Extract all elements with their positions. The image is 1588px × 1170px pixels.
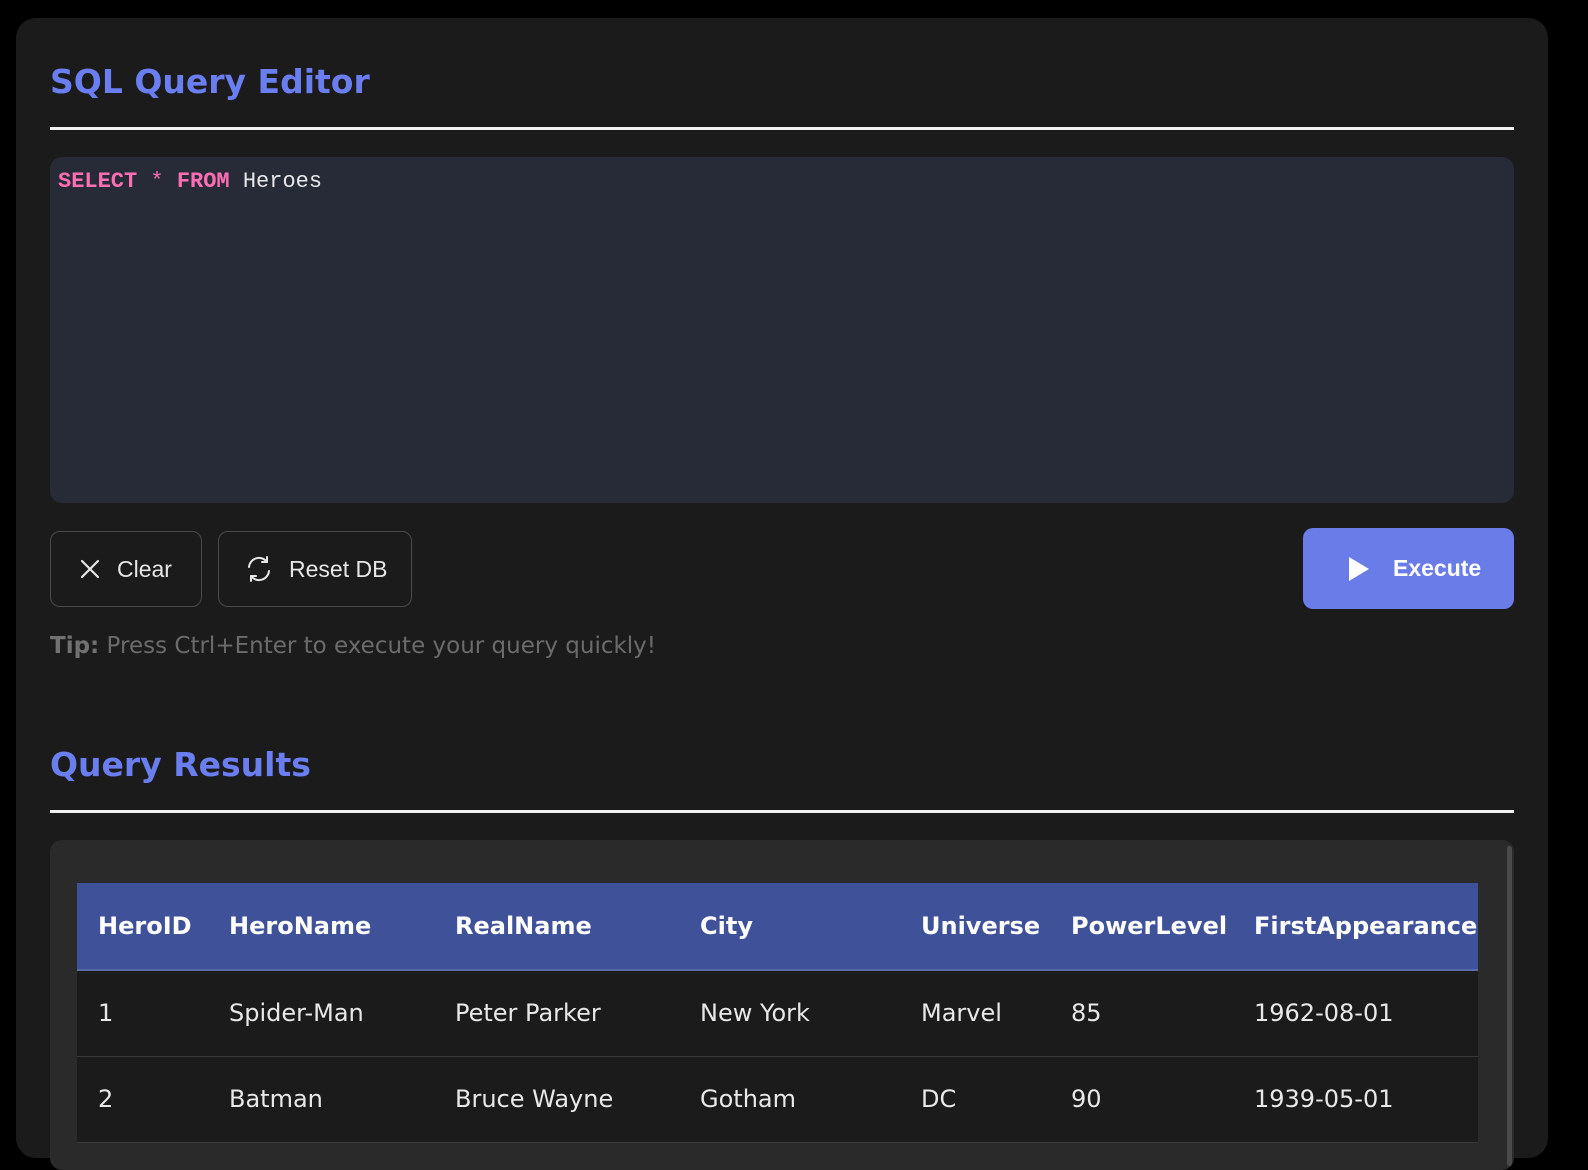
execute-button[interactable]: Execute xyxy=(1303,528,1514,609)
table-cell: 2 xyxy=(98,1085,114,1113)
table-cell: 1962-08-01 xyxy=(1254,999,1394,1028)
table-cell: Gotham xyxy=(700,1085,796,1113)
tip-label: Tip: xyxy=(50,633,100,659)
sql-editor-app: SQL Query Editor SELECT * FROM Heroes Cl… xyxy=(16,18,1548,1170)
table-cell: Peter Parker xyxy=(455,999,601,1028)
table-cell: Spider-Man xyxy=(229,999,364,1028)
table-cell: Bruce Wayne xyxy=(455,1085,614,1113)
table-row: 1 Spider-Man Peter Parker New York Marve… xyxy=(77,970,1478,1056)
results-panel: HeroID HeroName RealName City Universe P… xyxy=(50,840,1514,1170)
close-icon xyxy=(79,558,101,580)
keyword-from: FROM xyxy=(176,169,230,194)
reset-db-button[interactable]: Reset DB xyxy=(218,531,412,607)
column-header[interactable]: HeroName xyxy=(208,883,434,971)
refresh-icon xyxy=(245,555,273,583)
tip-text: Tip: Press Ctrl+Enter to execute your qu… xyxy=(50,633,656,659)
editor-title: SQL Query Editor xyxy=(50,62,370,101)
keyword-select: SELECT xyxy=(58,169,138,194)
results-title-divider xyxy=(50,810,1514,813)
play-icon xyxy=(1347,555,1371,583)
table-cell: Marvel xyxy=(921,999,1002,1028)
results-scrollbar[interactable] xyxy=(1507,846,1512,1166)
table-cell: DC xyxy=(921,1085,957,1113)
column-header[interactable]: HeroID xyxy=(77,883,208,971)
table-cell: New York xyxy=(700,999,810,1028)
column-header[interactable]: RealName xyxy=(434,883,679,971)
table-row: 2 Batman Bruce Wayne Gotham DC 90 1939-0… xyxy=(77,1056,1478,1142)
tip-message: Press Ctrl+Enter to execute your query q… xyxy=(99,633,657,659)
table-cell: 85 xyxy=(1071,999,1102,1028)
column-header[interactable]: FirstAppearance xyxy=(1233,883,1478,971)
execute-button-label: Execute xyxy=(1393,555,1482,581)
column-header[interactable]: City xyxy=(679,883,900,971)
clear-button[interactable]: Clear xyxy=(50,531,202,607)
reset-db-button-label: Reset DB xyxy=(289,555,388,582)
table-cell: 1939-05-01 xyxy=(1254,1085,1394,1113)
results-title: Query Results xyxy=(50,745,311,784)
results-table: HeroID HeroName RealName City Universe P… xyxy=(77,883,1478,1143)
query-editor[interactable]: SELECT * FROM Heroes xyxy=(50,157,1514,503)
table-cell: 90 xyxy=(1071,1085,1102,1113)
clear-button-label: Clear xyxy=(117,555,172,582)
editor-title-divider xyxy=(50,127,1514,130)
column-header[interactable]: PowerLevel xyxy=(1050,883,1233,971)
table-header-row: HeroID HeroName RealName City Universe P… xyxy=(77,883,1478,971)
table-identifier: Heroes xyxy=(242,169,323,194)
table-cell: Batman xyxy=(229,1085,323,1113)
operator-star: * xyxy=(150,169,164,194)
column-header[interactable]: Universe xyxy=(900,883,1050,971)
table-cell: 1 xyxy=(98,999,114,1028)
